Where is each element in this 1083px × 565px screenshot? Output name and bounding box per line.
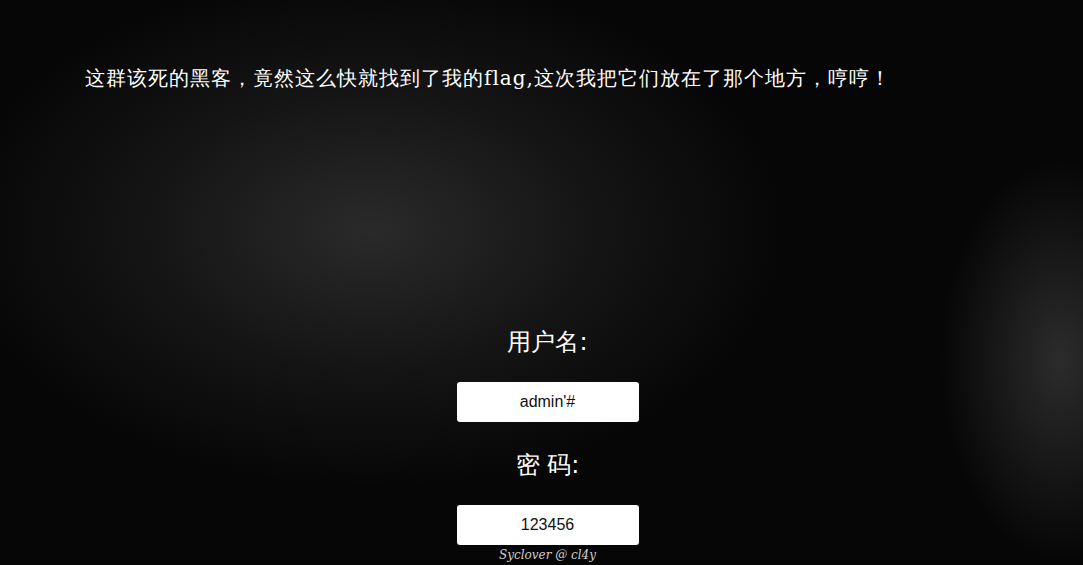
login-form: 用户名: 密 码: <box>12 328 1083 545</box>
login-page: 这群该死的黑客，竟然这么快就找到了我的flag,这次我把它们放在了那个地方，哼哼… <box>0 0 1083 565</box>
page-title: 这群该死的黑客，竟然这么快就找到了我的flag,这次我把它们放在了那个地方，哼哼… <box>0 0 1083 92</box>
form-field: 用户名: <box>457 328 639 422</box>
form-field: 密 码: <box>457 451 639 545</box>
footer-credit: Syclover @ cl4y <box>12 548 1083 563</box>
field-label: 密 码: <box>516 451 580 479</box>
field-label: 用户名: <box>507 328 587 356</box>
text-input[interactable] <box>457 382 639 422</box>
text-input[interactable] <box>457 505 639 545</box>
